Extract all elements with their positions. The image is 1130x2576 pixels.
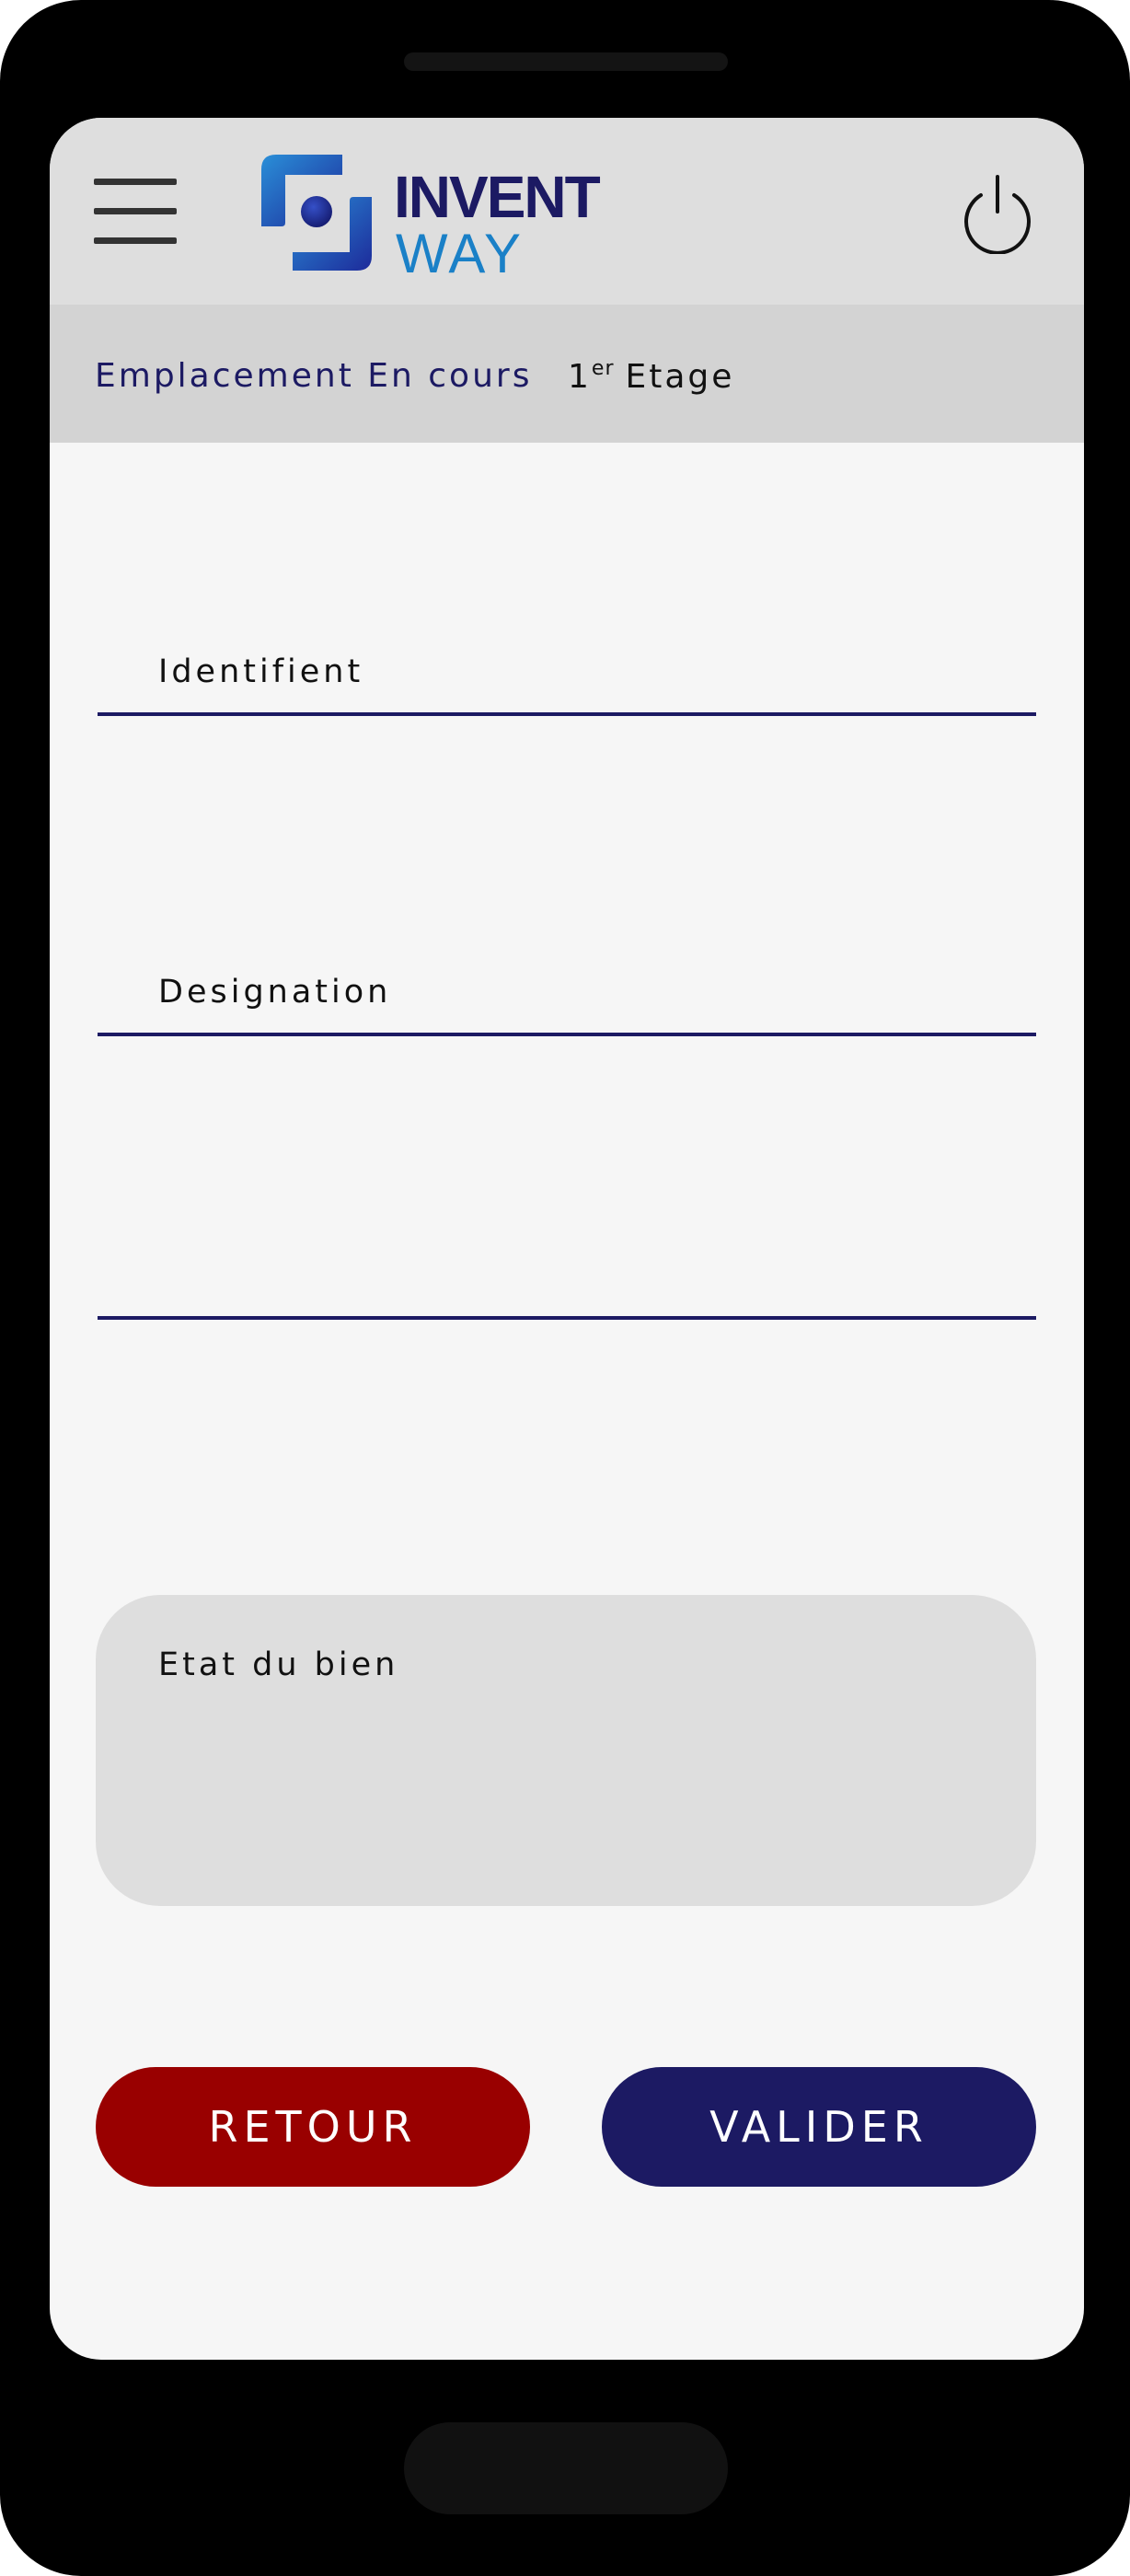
identifiant-input[interactable] [98,633,1036,712]
floor-number: 1 [568,358,592,396]
blank-input[interactable] [98,1237,1036,1316]
location-label: Emplacement En cours [95,357,533,395]
location-value: 1er Etage [568,357,734,396]
app-screen: INVENT WAY Emplacement En cours 1er Etage… [50,118,1084,2360]
valider-button[interactable]: VALIDER [602,2067,1036,2187]
app-logo: INVENT WAY [259,153,628,282]
phone-frame: INVENT WAY Emplacement En cours 1er Etage… [0,0,1130,2576]
blank-field[interactable] [98,1237,1036,1320]
designation-field[interactable]: Designation [98,953,1036,1036]
logo-mark-icon [261,155,372,271]
phone-speaker [404,52,728,71]
designation-input[interactable] [98,953,1036,1033]
location-bar: Emplacement En cours 1er Etage [50,305,1084,443]
phone-home-button[interactable] [404,2422,728,2514]
floor-name: Etage [625,358,735,396]
floor-superscript: er [591,357,615,380]
logo-text-way: WAY [396,223,524,284]
etat-du-bien-textarea[interactable]: Etat du bien [96,1595,1036,1906]
logo-text-invent: INVENT [394,164,601,230]
hamburger-menu-icon[interactable] [94,179,179,245]
identifiant-field[interactable]: Identifient [98,633,1036,716]
retour-button[interactable]: RETOUR [96,2067,530,2187]
app-header: INVENT WAY [50,118,1084,305]
etat-du-bien-label: Etat du bien [158,1646,399,1683]
power-icon[interactable] [959,171,1036,254]
